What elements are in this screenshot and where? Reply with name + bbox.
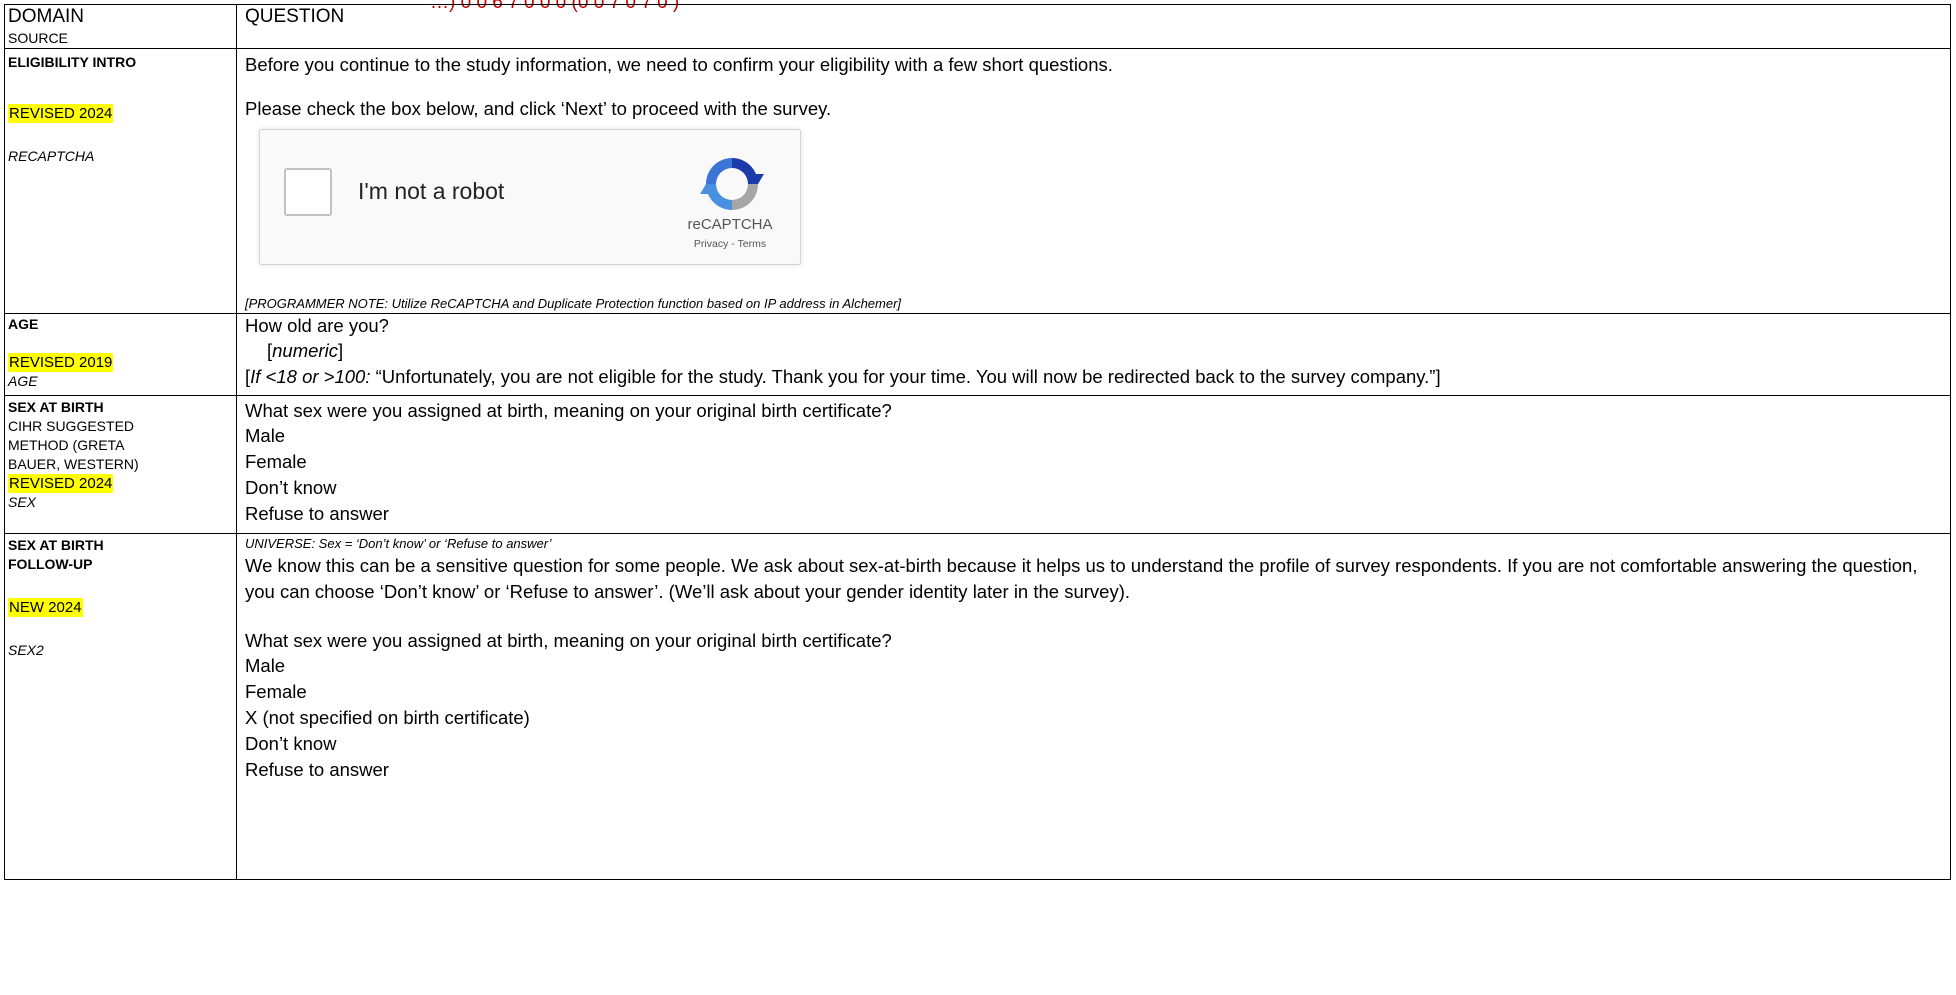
domain-label: SEX AT BIRTH <box>8 399 104 415</box>
question-text: What sex were you assigned at birth, mea… <box>245 400 892 421</box>
programmer-note: [PROGRAMMER NOTE: Utilize ReCAPTCHA and … <box>245 296 902 311</box>
variable-code: RECAPTCHA <box>8 148 95 164</box>
question-preamble: We know this can be a sensitive question… <box>245 555 1918 602</box>
recaptcha-brand: reCAPTCHA <box>687 216 773 233</box>
input-type: [numeric] <box>267 340 344 361</box>
revision-badge: REVISED 2019 <box>8 353 114 372</box>
list-item: Male <box>245 425 286 446</box>
table-row: ELIGIBILITY INTRO REVISED 2024 RECAPTCHA… <box>4 48 1951 314</box>
list-item: Don’t know <box>245 733 337 754</box>
list-item: Don’t know <box>245 477 337 498</box>
header-question: QUESTION <box>245 6 345 27</box>
domain-label: SEX AT BIRTH FOLLOW-UP <box>8 537 104 572</box>
table-row: SEX AT BIRTH FOLLOW-UP NEW 2024 SEX2 UNI… <box>4 533 1951 880</box>
revision-badge: REVISED 2024 <box>8 104 114 123</box>
domain-cell: AGE REVISED 2019 AGE <box>4 313 237 396</box>
universe-note: UNIVERSE: Sex = ‘Don’t know’ or ‘Refuse … <box>245 536 552 551</box>
table-row: AGE REVISED 2019 AGE How old are you? [n… <box>4 313 1951 396</box>
question-cell: Before you continue to the study informa… <box>236 48 1951 314</box>
header-domain-cell: DOMAIN SOURCE <box>4 4 237 49</box>
revision-badge: REVISED 2024 <box>8 474 114 493</box>
question-text: Please check the box below, and click ‘N… <box>245 98 832 119</box>
recaptcha-label: I'm not a robot <box>358 178 505 204</box>
list-item: X (not specified on birth certificate) <box>245 707 530 728</box>
variable-code: AGE <box>8 373 38 389</box>
revision-badge: NEW 2024 <box>8 598 83 617</box>
recaptcha-checkbox[interactable] <box>284 168 332 216</box>
question-cell: How old are you? [numeric] [If <18 or >1… <box>236 313 1951 396</box>
domain-cell: ELIGIBILITY INTRO REVISED 2024 RECAPTCHA <box>4 48 237 314</box>
survey-table: DOMAIN SOURCE QUESTION ELIGIBILITY INTRO… <box>4 4 1951 880</box>
eligibility-condition: [If <18 or >100: “Unfortunately, you are… <box>245 366 1441 387</box>
variable-code: SEX2 <box>8 642 44 658</box>
domain-cell: SEX AT BIRTH FOLLOW-UP NEW 2024 SEX2 <box>4 533 237 880</box>
domain-label: ELIGIBILITY INTRO <box>8 54 137 70</box>
domain-label: AGE <box>8 316 39 332</box>
recaptcha-widget: I'm not a robot reCAPTCHA Privacy - Term… <box>259 129 801 265</box>
question-cell: UNIVERSE: Sex = ‘Don’t know’ or ‘Refuse … <box>236 533 1951 880</box>
variable-code: SEX <box>8 494 37 510</box>
header-row: DOMAIN SOURCE QUESTION <box>4 4 1951 49</box>
list-item: Refuse to answer <box>245 503 389 524</box>
header-domain: DOMAIN <box>8 6 84 27</box>
domain-cell: SEX AT BIRTH CIHR SUGGESTED METHOD (GRET… <box>4 395 237 534</box>
list-item: Male <box>245 655 286 676</box>
list-item: Refuse to answer <box>245 759 389 780</box>
list-item: Female <box>245 681 307 702</box>
recaptcha-links[interactable]: Privacy - Terms <box>680 238 780 250</box>
header-question-cell: QUESTION <box>236 4 1951 49</box>
table-row: SEX AT BIRTH CIHR SUGGESTED METHOD (GRET… <box>4 395 1951 534</box>
question-text: What sex were you assigned at birth, mea… <box>245 630 892 651</box>
question-text: How old are you? <box>245 315 389 336</box>
recaptcha-logo-icon <box>700 158 764 210</box>
question-intro: Before you continue to the study informa… <box>245 54 1113 75</box>
source-label: CIHR SUGGESTED METHOD (GRETA BAUER, WEST… <box>8 418 139 472</box>
question-cell: What sex were you assigned at birth, mea… <box>236 395 1951 534</box>
header-source: SOURCE <box>8 30 68 46</box>
list-item: Female <box>245 451 307 472</box>
